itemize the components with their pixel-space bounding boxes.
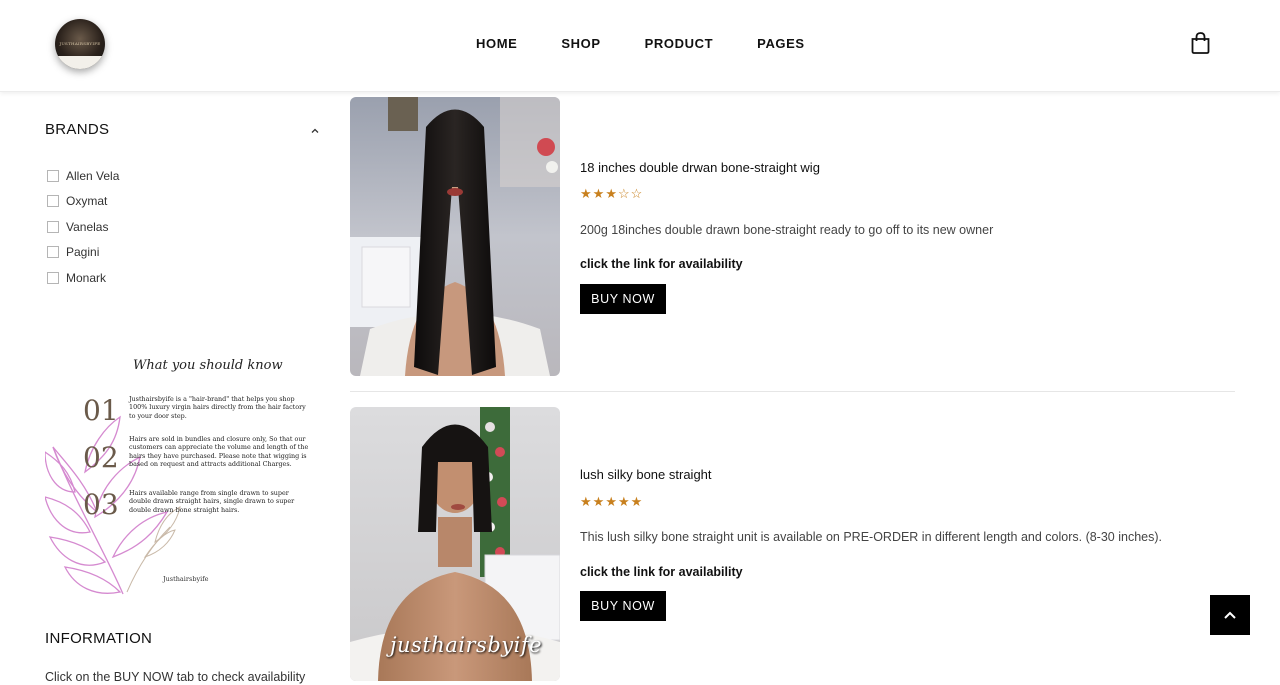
- chevron-up-icon: [1224, 611, 1236, 619]
- star-filled-icon: ★: [617, 494, 631, 509]
- rating-stars: ★★★☆☆: [580, 186, 643, 202]
- brand-filter-oxymat[interactable]: Oxymat: [47, 189, 119, 215]
- buy-now-button[interactable]: BUY NOW: [580, 591, 666, 621]
- info-banner: What you should know 01 Justhairsbyife i…: [45, 352, 317, 597]
- information-heading: INFORMATION: [45, 630, 153, 647]
- brands-heading[interactable]: BRANDS: [45, 121, 109, 138]
- back-to-top-button[interactable]: [1210, 595, 1250, 635]
- product-description: 200g 18inches double drawn bone-straight…: [580, 223, 994, 237]
- star-filled-icon: ★: [580, 186, 593, 201]
- brand-label: Oxymat: [66, 194, 108, 209]
- product-title[interactable]: lush silky bone straight: [580, 467, 712, 482]
- availability-link[interactable]: click the link for availability: [580, 565, 743, 579]
- checkbox[interactable]: [47, 220, 59, 233]
- brand-filter-allen-vela[interactable]: Allen Vela: [47, 163, 119, 189]
- checkbox[interactable]: [47, 271, 59, 284]
- banner-number: 03: [83, 488, 119, 521]
- banner-paragraph: Hairs are sold in bundles and closure on…: [129, 435, 309, 469]
- logo-text: JUSTHAIRSBYIFE: [59, 41, 101, 46]
- product-description: This lush silky bone straight unit is av…: [580, 530, 1162, 544]
- buy-now-button[interactable]: BUY NOW: [580, 284, 666, 314]
- main-nav: HOME SHOP PRODUCT PAGES: [476, 36, 849, 51]
- brand-filter-pagini[interactable]: Pagini: [47, 240, 119, 266]
- nav-pages[interactable]: PAGES: [757, 36, 805, 51]
- checkbox[interactable]: [47, 169, 59, 182]
- banner-paragraph: Hairs available range from single drawn …: [129, 489, 295, 514]
- brand-label: Pagini: [66, 245, 100, 260]
- product-divider: [350, 391, 1235, 392]
- product-image[interactable]: justhairsbyife: [350, 407, 560, 681]
- star-filled-icon: ★: [605, 186, 618, 201]
- nav-shop[interactable]: SHOP: [561, 36, 600, 51]
- star-filled-icon: ★: [592, 494, 606, 509]
- checkbox[interactable]: [47, 246, 59, 259]
- brand-logo[interactable]: JUSTHAIRSBYIFE: [55, 19, 105, 69]
- logo-band: [55, 56, 105, 69]
- product-title[interactable]: 18 inches double drwan bone-straight wig: [580, 160, 820, 175]
- rating-stars: ★★★★★: [580, 494, 643, 510]
- star-filled-icon: ★: [592, 186, 606, 201]
- star-filled-icon: ★: [605, 494, 618, 509]
- nav-product[interactable]: PRODUCT: [645, 36, 713, 51]
- shopping-bag-icon[interactable]: [1190, 32, 1211, 54]
- brand-label: Vanelas: [66, 219, 109, 234]
- star-empty-icon: ☆: [617, 186, 631, 201]
- image-watermark: justhairsbyife: [390, 633, 543, 657]
- star-filled-icon: ★: [580, 494, 593, 509]
- information-text: Click on the BUY NOW tab to check availa…: [45, 670, 306, 684]
- banner-number: 01: [83, 394, 119, 427]
- star-filled-icon: ★: [630, 494, 644, 509]
- wig-photo-straight-long: [350, 97, 560, 376]
- banner-number: 02: [83, 441, 119, 474]
- brand-filter-monark[interactable]: Monark: [47, 265, 119, 291]
- banner-heading: What you should know: [133, 358, 283, 373]
- banner-paragraph: Justhairsbyife is a "hair-brand" that he…: [129, 395, 306, 420]
- site-header: JUSTHAIRSBYIFE HOME SHOP PRODUCT PAGES: [0, 0, 1280, 92]
- chevron-up-icon[interactable]: [310, 126, 320, 136]
- availability-link[interactable]: click the link for availability: [580, 257, 743, 271]
- brand-filter-vanelas[interactable]: Vanelas: [47, 214, 119, 240]
- nav-home[interactable]: HOME: [476, 36, 517, 51]
- floral-illustration: [45, 415, 181, 595]
- checkbox[interactable]: [47, 195, 59, 208]
- brand-label: Allen Vela: [66, 168, 120, 183]
- brand-filter-list: Allen Vela Oxymat Vanelas Pagini Monark: [47, 163, 119, 291]
- star-empty-icon: ☆: [630, 186, 644, 201]
- product-image[interactable]: [350, 97, 560, 376]
- brand-label: Monark: [66, 270, 107, 285]
- banner-signature: Justhairsbyife: [163, 575, 209, 583]
